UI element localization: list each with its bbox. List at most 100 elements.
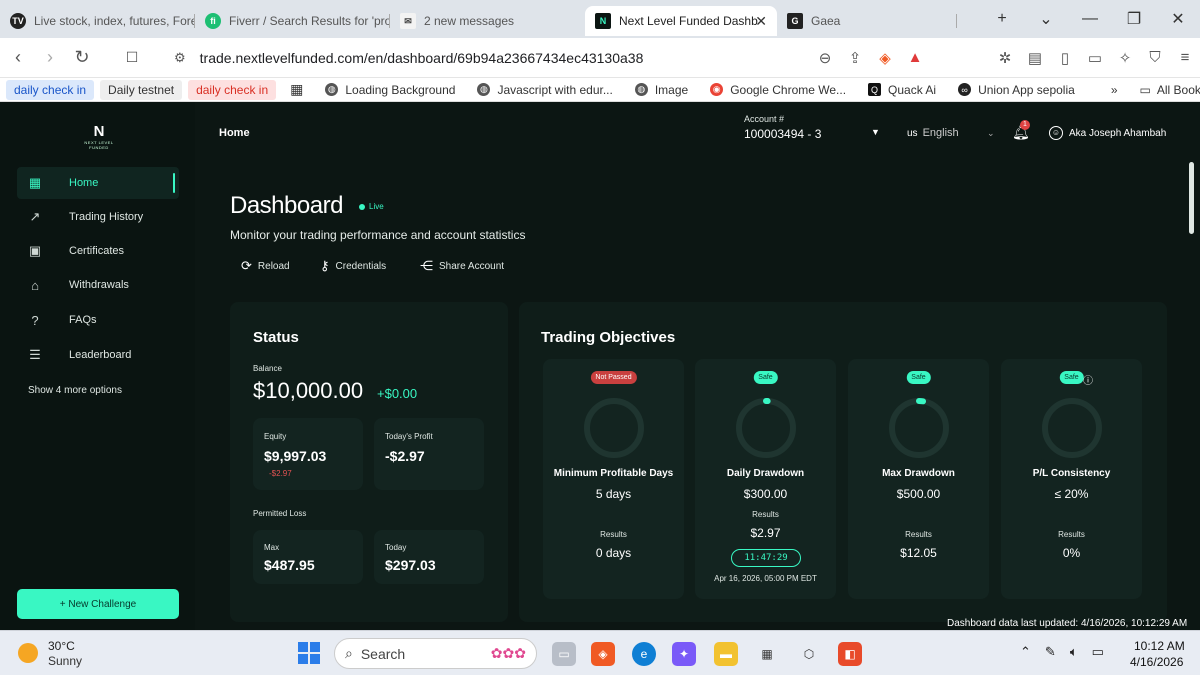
minimize-icon[interactable]: —	[1068, 10, 1112, 28]
restore-icon[interactable]: ❐	[1112, 9, 1156, 29]
system-tray: ⌃ ✎ 🔈︎ ▭	[1020, 644, 1104, 660]
bookmark-quack-ai[interactable]: Q Quack Ai	[860, 80, 944, 100]
status-badge: Not Passed	[590, 371, 637, 384]
bookmark-javascript[interactable]: ◍ Javascript with edur...	[469, 80, 620, 100]
bookmark-chrome-web-store[interactable]: ◉ Google Chrome We...	[702, 80, 854, 100]
scrollbar[interactable]	[1189, 162, 1194, 234]
sidebar-item-trading-history[interactable]: ↗ Trading History	[17, 201, 179, 233]
app-icon[interactable]: ⬡	[797, 642, 821, 666]
account-selector[interactable]: 100003494 - 3	[744, 127, 821, 141]
browser-tab-gaea[interactable]: G Gaea	[777, 6, 957, 36]
edge-icon[interactable]: e	[632, 642, 656, 666]
progress-ring	[736, 398, 796, 458]
bookmark-daily-check-in-2[interactable]: daily check in	[188, 79, 277, 100]
sidebar-item-faqs[interactable]: ? FAQs	[17, 304, 179, 336]
leo-icon[interactable]: ✧	[1110, 49, 1140, 67]
battery-icon[interactable]: ▭	[1092, 644, 1104, 660]
tab-search-chevron-icon[interactable]: ⌄	[1024, 9, 1068, 29]
browser-tab-fiverr[interactable]: fi Fiverr / Search Results for 'pro	[195, 6, 390, 36]
objectives-title: Trading Objectives	[541, 329, 676, 346]
task-view-icon[interactable]: ▭	[552, 642, 576, 666]
progress-ring	[889, 398, 949, 458]
brave-rewards-icon[interactable]: ▲	[900, 49, 930, 66]
tradingview-icon: TV	[10, 13, 26, 29]
objective-pl-consistency: Safe ⓘ P/L Consistency ≤ 20% Results 0%	[1001, 359, 1142, 599]
nlf-icon: N	[595, 13, 611, 29]
reload-button[interactable]: ⟳ Reload	[241, 258, 290, 274]
apps-grid-icon[interactable]: ▦	[282, 78, 311, 101]
bookmark-daily-testnet[interactable]: Daily testnet	[100, 79, 183, 100]
bookmark-loading-background[interactable]: ◍ Loading Background	[317, 80, 463, 100]
messages-icon: ✉	[400, 13, 416, 29]
credentials-button[interactable]: ⚷ Credentials	[320, 258, 386, 274]
vpn-icon[interactable]: ⛉	[1140, 49, 1170, 66]
page-title: Dashboard	[230, 192, 343, 219]
status-badge: Safe	[753, 371, 778, 384]
copilot-icon[interactable]: ✦	[672, 642, 696, 666]
bookmarks-overflow-icon[interactable]: »	[1103, 80, 1126, 100]
bookmark-icon[interactable]: ☐	[118, 49, 146, 66]
reload-browser-icon[interactable]: ↻	[68, 47, 96, 68]
sun-icon[interactable]	[18, 643, 38, 663]
clock-date[interactable]: 4/16/2026	[1130, 655, 1183, 669]
back-icon[interactable]: ‹	[4, 47, 32, 68]
bookmark-daily-check-in[interactable]: daily check in	[6, 79, 95, 100]
taskbar: 30°C Sunny ⌕ Search ✿✿✿ ▭ ◈ e ✦ ▬ ▦ ⬡ ◧ …	[0, 630, 1200, 675]
equity-card: Equity $9,997.03 -$2.97	[253, 418, 363, 490]
zoom-icon[interactable]: ⊖	[810, 49, 840, 67]
bookmark-union-app[interactable]: ∞ Union App sepolia	[950, 80, 1083, 100]
bell-icon[interactable]: 🔔︎ 1	[1012, 120, 1030, 141]
browser-tab-messages[interactable]: ✉ 2 new messages	[390, 6, 585, 36]
new-tab-icon[interactable]: +	[980, 10, 1024, 28]
sidebar-item-home[interactable]: ▦ Home	[17, 167, 179, 199]
windows-start-icon[interactable]	[298, 642, 320, 664]
sidebar-toggle-icon[interactable]: ▯	[1050, 49, 1080, 67]
menu-icon[interactable]: ≡	[1170, 49, 1200, 66]
close-tab-icon[interactable]: ✕	[755, 13, 767, 30]
account-label: Account #	[744, 114, 785, 124]
show-more-options[interactable]: Show 4 more options	[28, 385, 122, 396]
volume-icon[interactable]: 🔈︎	[1070, 644, 1078, 660]
progress-ring	[584, 398, 644, 458]
weather-condition[interactable]: Sunny	[48, 654, 82, 668]
share-nodes-icon: ⋲	[420, 258, 433, 273]
bookmark-image[interactable]: ◍ Image	[627, 80, 696, 100]
share-account-button[interactable]: ⋲ Share Account	[420, 258, 504, 274]
chevron-down-icon[interactable]: ⌄	[987, 128, 995, 139]
sidebar: N NEXT LEVEL FUNDED ▦ Home ↗ Trading His…	[0, 102, 195, 630]
all-bookmarks[interactable]: ▭All Bookmarks	[1132, 80, 1200, 100]
browser-tab-nlf-dashboard[interactable]: N Next Level Funded Dashb ✕	[585, 6, 777, 36]
clock-time[interactable]: 10:12 AM	[1134, 639, 1185, 653]
globe-icon: ◍	[477, 83, 491, 96]
extensions-icon[interactable]: ✲	[990, 49, 1020, 67]
taskbar-search[interactable]: ⌕ Search ✿✿✿	[334, 638, 537, 669]
pen-icon[interactable]: ✎	[1045, 644, 1056, 660]
language-selector[interactable]: us English	[907, 127, 959, 139]
sidebar-item-withdrawals[interactable]: ⌂ Withdrawals	[17, 269, 179, 301]
site-info-icon[interactable]: ⚙	[174, 50, 186, 66]
status-title: Status	[253, 329, 299, 346]
browser-tab-tradingview[interactable]: TV Live stock, index, futures, Fore	[0, 6, 195, 36]
brave-shield-icon[interactable]: ◈	[870, 49, 900, 67]
url-field[interactable]: ⚙ trade.nextlevelfunded.com/en/dashboard…	[174, 50, 810, 66]
share-icon[interactable]: ⇪	[840, 49, 870, 67]
forward-icon[interactable]: ›	[36, 47, 64, 68]
reader-icon[interactable]: ▤	[1020, 49, 1050, 67]
wallet-icon[interactable]: ▭	[1080, 49, 1110, 67]
sidebar-item-leaderboard[interactable]: ☰ Leaderboard	[17, 339, 179, 371]
user-menu[interactable]: ☺ Aka Joseph Ahambah	[1049, 120, 1175, 146]
logo[interactable]: N NEXT LEVEL FUNDED	[78, 124, 120, 151]
info-icon[interactable]: ⓘ	[1083, 372, 1093, 387]
store-icon[interactable]: ▦	[755, 642, 779, 666]
chevron-up-icon[interactable]: ⌃	[1020, 644, 1031, 660]
window-close-icon[interactable]: ✕	[1156, 9, 1200, 29]
file-explorer-icon[interactable]: ▬	[714, 642, 738, 666]
sidebar-item-certificates[interactable]: ▣ Certificates	[17, 235, 179, 267]
brave-icon[interactable]: ◈	[591, 642, 615, 666]
caret-down-icon[interactable]: ▼	[871, 127, 880, 137]
new-challenge-button[interactable]: + New Challenge	[17, 589, 179, 619]
breadcrumb[interactable]: Home	[219, 127, 250, 139]
balance-change: +$0.00	[377, 386, 418, 401]
weather-temp[interactable]: 30°C	[48, 639, 75, 653]
office-icon[interactable]: ◧	[838, 642, 862, 666]
